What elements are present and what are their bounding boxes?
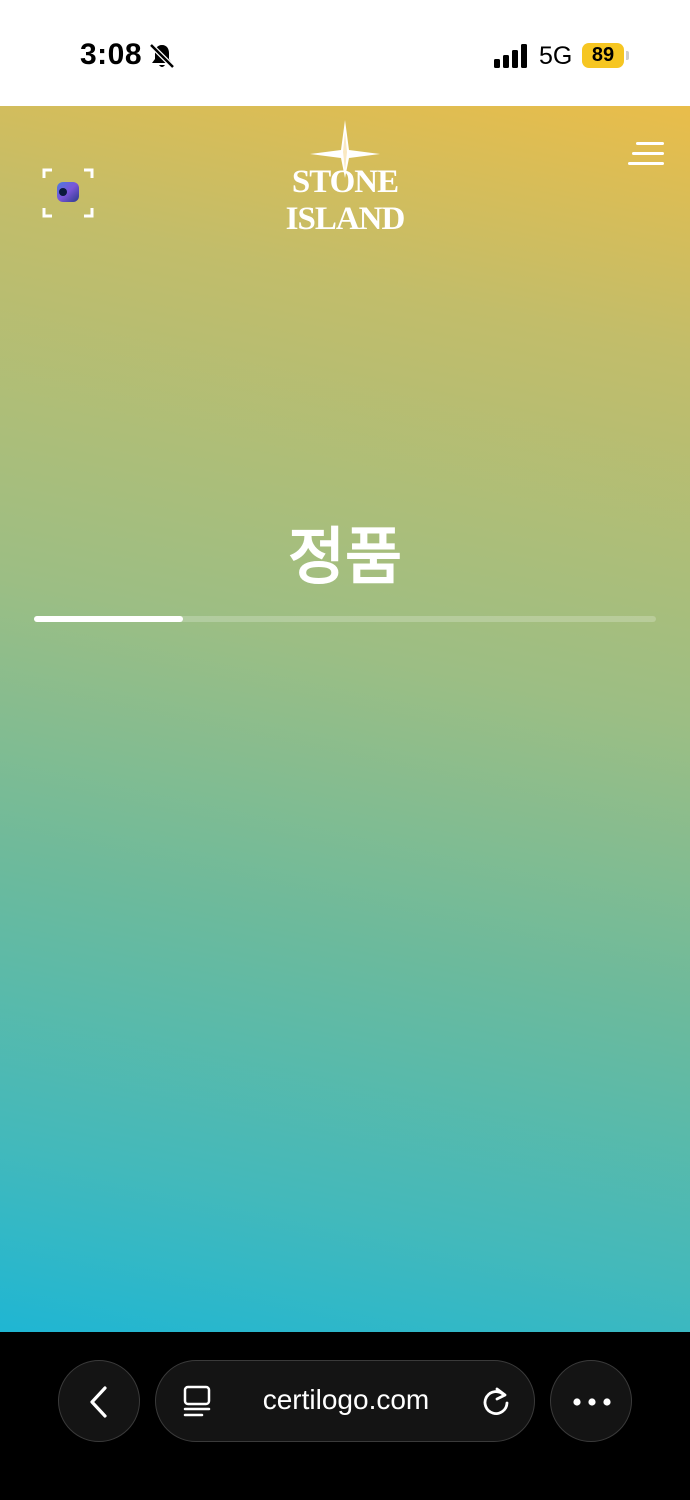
more-button[interactable] [550, 1360, 632, 1442]
brand-name-left: STONE [291, 164, 399, 200]
battery-icon: 89 [582, 43, 624, 68]
chevron-left-icon [90, 1386, 107, 1418]
address-bar[interactable]: certilogo.com [155, 1360, 535, 1442]
url-text: certilogo.com [262, 1384, 430, 1415]
brand-logo: STONE ISLAND [235, 120, 455, 237]
back-button[interactable] [58, 1360, 140, 1442]
reload-icon[interactable] [480, 1386, 512, 1418]
authenticity-result: 정품 [287, 520, 403, 593]
battery-cap [626, 51, 629, 60]
more-icon [573, 1398, 611, 1406]
network-type: 5G [539, 42, 573, 70]
cellular-signal-icon [494, 44, 527, 68]
hamburger-menu-icon[interactable] [628, 142, 664, 168]
progress-bar [34, 616, 656, 622]
status-bar: 3:08 5G 89 [0, 0, 690, 106]
bell-slash-icon [149, 43, 175, 69]
status-time: 3:08 [80, 38, 143, 71]
scan-icon[interactable] [40, 166, 96, 220]
browser-toolbar: certilogo.com [0, 1332, 690, 1500]
progress-fill [34, 616, 184, 622]
brand-name: STONE ISLAND [235, 164, 455, 238]
brand-name-right: ISLAND [285, 201, 406, 237]
authentication-result-screen: STONE ISLAND 정품 [0, 106, 690, 1332]
